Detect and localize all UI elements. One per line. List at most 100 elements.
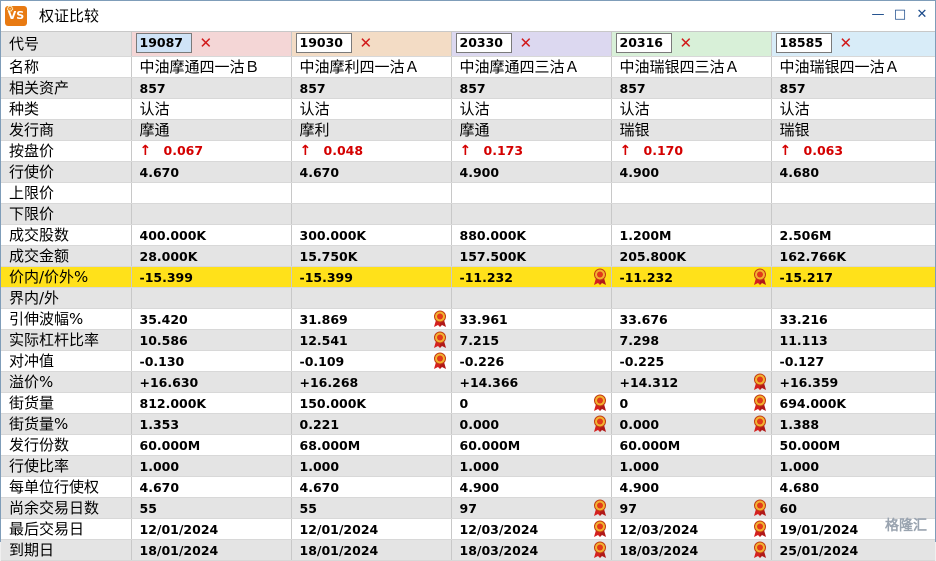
value-cell: 33.676 (610, 308, 771, 330)
award-ribbon-icon (433, 310, 446, 327)
warrant-compare-window: ⚙ VS 权证比较 — □ ✕ 代号 19087 ✕ 19030 ✕ 20330 ✕ 2031… (0, 0, 936, 561)
code-header-wrap: 19087 ✕ (135, 33, 213, 53)
value-cell: -11.232 (610, 266, 771, 288)
up-arrow-icon: ↑ (459, 143, 472, 159)
row-label: 名称 (1, 56, 131, 78)
gear-icon: ⚙ (6, 5, 15, 15)
value-cell: ↑ 0.063 (770, 140, 935, 162)
code-header-cell: 20330 ✕ (450, 32, 611, 57)
remove-column-icon[interactable]: ✕ (680, 34, 693, 52)
row-label: 下限价 (1, 203, 131, 225)
value-cell: 157.500K (450, 245, 611, 267)
value-cell: 205.800K (610, 245, 771, 267)
code-header-cell: 18585 ✕ (770, 32, 935, 57)
value-cell: 瑞银 (770, 119, 935, 141)
value-cell: 12/03/2024 (610, 518, 771, 540)
value-cell (450, 182, 611, 204)
minimize-button[interactable]: — (871, 7, 885, 23)
table-row: 发行份数 60.000M 68.000M 60.000M 60.000M 50.000M (1, 434, 935, 456)
value-cell: 4.670 (290, 476, 451, 498)
code-header-wrap: 19030 ✕ (295, 33, 373, 53)
table-row: 行使价 4.670 4.670 4.900 4.900 4.680 (1, 161, 935, 183)
warrant-code-input[interactable]: 18585 (775, 33, 832, 53)
warrant-code-input[interactable]: 19030 (295, 33, 352, 53)
value-cell: 4.900 (610, 161, 771, 183)
warrant-code-input[interactable]: 20316 (615, 33, 672, 53)
value-cell: 60.000M (610, 434, 771, 456)
remove-column-icon[interactable]: ✕ (200, 34, 213, 52)
award-ribbon-icon (593, 415, 606, 432)
value-cell: 1.388 (770, 413, 935, 435)
value-cell: 97 (610, 497, 771, 519)
close-button[interactable]: ✕ (915, 7, 929, 23)
row-label: 成交股数 (1, 224, 131, 246)
value-cell: -0.127 (770, 350, 935, 372)
value-cell: 12/03/2024 (450, 518, 611, 540)
table-row: 按盘价 ↑ 0.067 ↑ 0.048 ↑ 0.173 ↑ 0.170 ↑ 0.063 (1, 140, 935, 162)
value-cell: 认沽 (610, 98, 771, 120)
value-cell: 55 (290, 497, 451, 519)
row-label: 成交金额 (1, 245, 131, 267)
value-cell (770, 182, 935, 204)
award-ribbon-icon (753, 499, 766, 516)
value-cell (290, 203, 451, 225)
value-cell: 50.000M (770, 434, 935, 456)
remove-column-icon[interactable]: ✕ (360, 34, 373, 52)
row-label: 到期日 (1, 539, 131, 561)
value-cell: ↑ 0.170 (610, 140, 771, 162)
remove-column-icon[interactable]: ✕ (840, 34, 853, 52)
warrant-code-input[interactable]: 19087 (135, 33, 192, 53)
value-cell: 1.000 (130, 455, 291, 477)
row-label: 街货量 (1, 392, 131, 414)
table-row: 成交金额 28.000K 15.750K 157.500K 205.800K 162.76… (1, 245, 935, 267)
value-cell: 162.766K (770, 245, 935, 267)
value-cell: 摩通 (450, 119, 611, 141)
value-cell: 认沽 (130, 98, 291, 120)
table-row: 引伸波幅% 35.420 31.869 33.961 33.676 33.216 (1, 308, 935, 330)
up-arrow-icon: ↑ (619, 143, 632, 159)
value-cell: 0 (610, 392, 771, 414)
table-row: 实际杠杆比率 10.586 12.541 7.215 7.298 11.113 (1, 329, 935, 351)
row-label: 尚余交易日数 (1, 497, 131, 519)
value-cell: 1.353 (130, 413, 291, 435)
code-header-wrap: 20330 ✕ (455, 33, 533, 53)
code-header-cell: 20316 ✕ (610, 32, 771, 57)
code-header-cell: 19087 ✕ (130, 32, 291, 57)
value-cell (770, 287, 935, 309)
value-cell: 7.298 (610, 329, 771, 351)
table-row: 成交股数 400.000K 300.000K 880.000K 1.200M 2.506M (1, 224, 935, 246)
value-cell (610, 182, 771, 204)
row-label: 街货量% (1, 413, 131, 435)
value-cell: 瑞银 (610, 119, 771, 141)
value-cell: -15.399 (290, 266, 451, 288)
window-title: 权证比较 (39, 7, 100, 25)
value-cell: 中油瑞银四一沽Ａ (770, 56, 935, 78)
award-ribbon-icon (433, 331, 446, 348)
row-label: 每单位行使权 (1, 476, 131, 498)
value-cell: 摩利 (290, 119, 451, 141)
value-cell: 694.000K (770, 392, 935, 414)
row-label: 相关资产 (1, 77, 131, 99)
value-cell (610, 203, 771, 225)
table-row: 尚余交易日数 55 55 97 97 60 (1, 497, 935, 519)
up-arrow-icon: ↑ (779, 143, 792, 159)
warrant-code-input[interactable]: 20330 (455, 33, 512, 53)
value-cell: 25/01/2024 (770, 539, 935, 561)
table-row: 街货量 812.000K 150.000K 0 0 694.000K (1, 392, 935, 414)
remove-column-icon[interactable]: ✕ (520, 34, 533, 52)
value-cell: 12/01/2024 (130, 518, 291, 540)
award-ribbon-icon (593, 499, 606, 516)
value-cell: 812.000K (130, 392, 291, 414)
row-label: 引伸波幅% (1, 308, 131, 330)
award-ribbon-icon (753, 394, 766, 411)
maximize-button[interactable]: □ (893, 7, 907, 23)
price-value: 0.067 (163, 143, 204, 158)
value-cell: 4.670 (290, 161, 451, 183)
row-label: 行使比率 (1, 455, 131, 477)
value-cell (130, 203, 291, 225)
value-cell: 12.541 (290, 329, 451, 351)
price-value: 0.063 (803, 143, 844, 158)
value-cell: 2.506M (770, 224, 935, 246)
value-cell: 857 (290, 77, 451, 99)
row-label: 上限价 (1, 182, 131, 204)
